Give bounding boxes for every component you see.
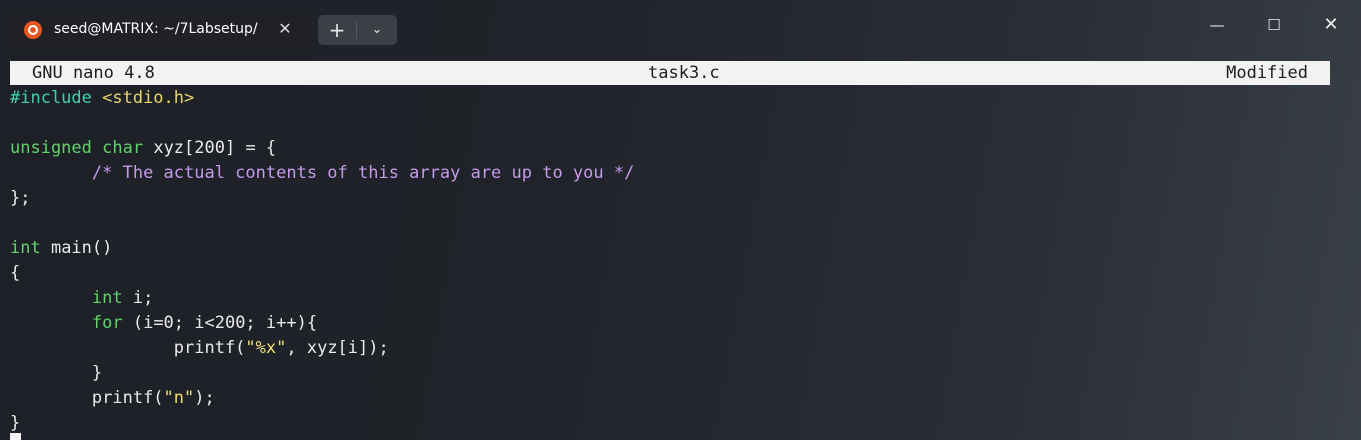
code-text: printf( [173,338,246,358]
keyword: int [91,288,123,308]
keyword: int [10,238,41,258]
code-text: (i=0; i<200; i++){ [122,313,318,333]
code-line: #include <stdio.h> [10,86,1340,111]
ubuntu-logo-icon [24,21,42,39]
string-literal: "n" [163,388,195,408]
tab-close-icon[interactable]: ✕ [274,18,296,40]
keyword: char [102,138,144,158]
code-line: printf("%x", xyz[i]); [10,336,1340,361]
code-line: { [10,261,1340,286]
new-tab-group: + ⌄ [318,15,397,45]
maximize-button[interactable]: ☐ [1254,10,1294,40]
code-text: { [10,263,21,283]
code-line: unsigned char xyz[200] = { [10,136,1340,161]
code-line: int i; [10,286,1340,311]
nano-filename: task3.c [648,63,720,83]
code-text: i; [122,288,154,308]
code-line: for (i=0; i<200; i++){ [10,311,1340,336]
code-comment: /* The actual contents of this array are… [91,163,635,183]
code-text: main() [40,238,113,258]
code-line: /* The actual contents of this array are… [10,161,1340,186]
text-cursor [10,433,21,440]
nano-header-bar: GNU nano 4.8 task3.c Modified [10,61,1330,85]
chevron-down-icon[interactable]: ⌄ [357,15,397,45]
close-window-button[interactable]: ✕ [1311,10,1351,40]
new-tab-button[interactable]: + [318,15,356,45]
code-text: printf( [91,388,164,408]
nano-status: Modified [1226,63,1308,83]
header-name: <stdio.h> [91,88,195,108]
editor-area[interactable]: #include <stdio.h> unsigned char xyz[200… [10,86,1340,436]
title-bar: seed@MATRIX: ~/7Labsetup/ ✕ + ⌄ — ☐ ✕ [0,0,1361,50]
code-line: } [10,361,1340,386]
keyword: for [91,313,123,333]
code-text: ); [194,388,215,408]
include-directive: #include [10,88,92,108]
nano-version: GNU nano 4.8 [32,63,155,83]
keyword: unsigned [10,138,92,158]
code-line: }; [10,186,1340,211]
code-text: , xyz[i]); [286,338,389,358]
code-text: }; [10,188,31,208]
code-line: printf("n"); [10,386,1340,411]
code-line: int main() [10,236,1340,261]
code-text: } [10,413,21,433]
tab-title: seed@MATRIX: ~/7Labsetup/ [54,21,258,37]
minimize-button[interactable]: — [1197,10,1237,40]
terminal-tab[interactable]: seed@MATRIX: ~/7Labsetup/ ✕ [10,11,310,50]
code-line: } [10,411,1340,436]
string-literal: "%x" [245,338,287,358]
code-text: xyz[200] = { [143,138,277,158]
code-text: } [91,363,103,383]
